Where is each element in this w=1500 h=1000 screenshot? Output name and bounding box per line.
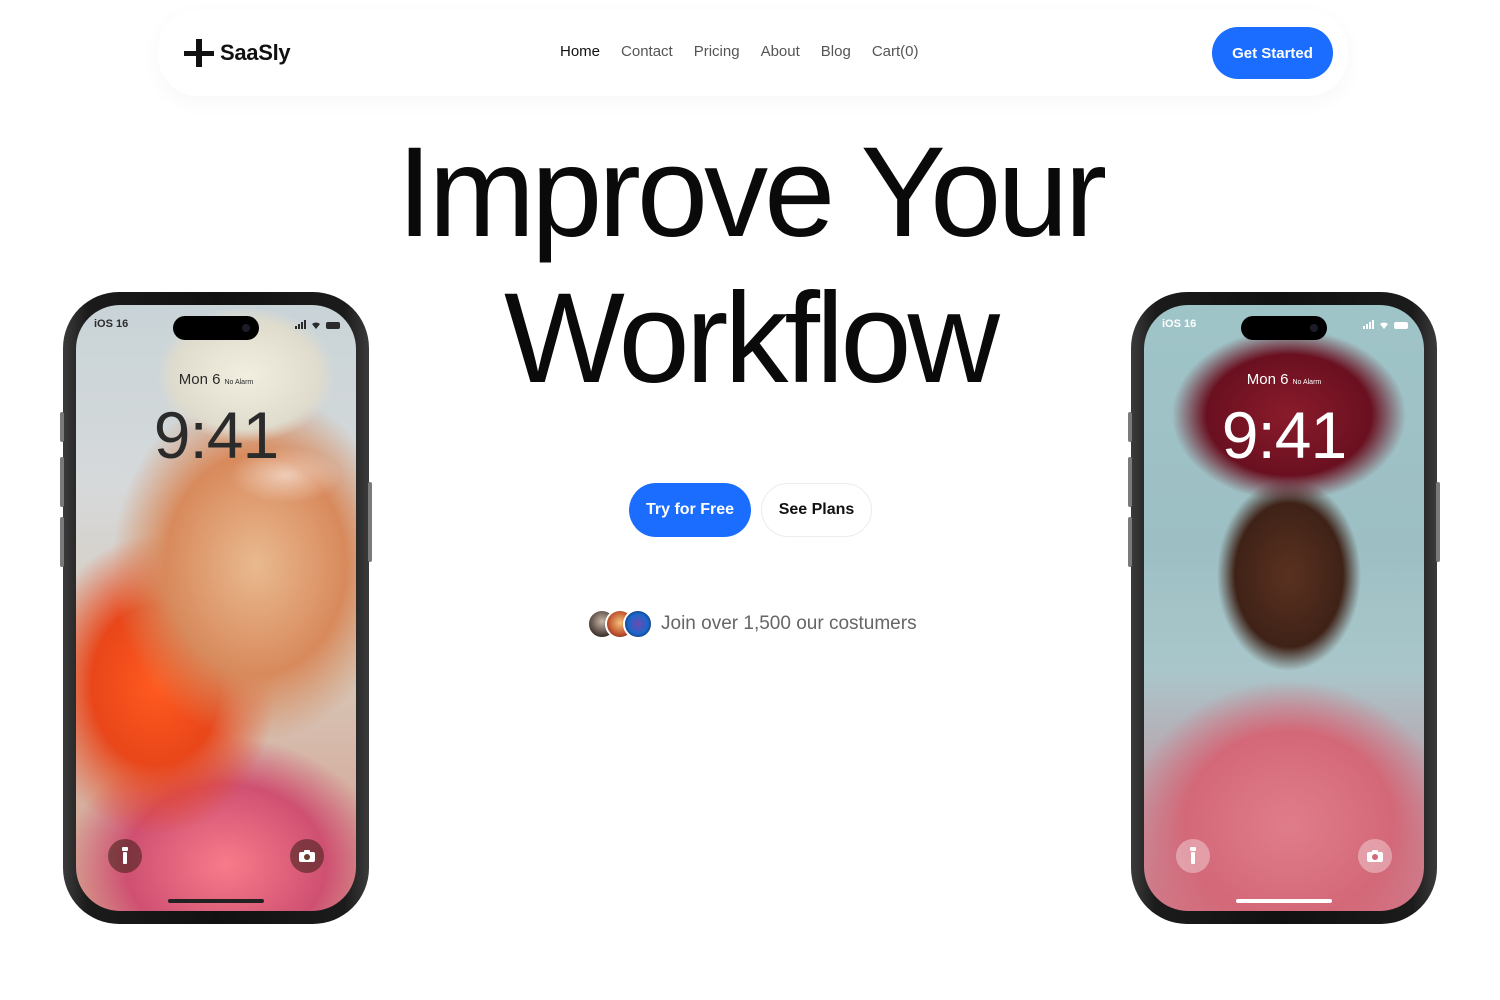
- nav-link-about[interactable]: About: [761, 43, 800, 60]
- wifi-icon: [1380, 322, 1388, 329]
- hero-cta-group: Try for Free See Plans: [629, 483, 872, 537]
- alarm-label: No Alarm: [224, 379, 254, 386]
- flashlight-button[interactable]: [108, 839, 142, 873]
- camera-icon: [299, 850, 315, 862]
- flashlight-icon: [122, 847, 128, 864]
- dynamic-island: [173, 316, 259, 340]
- social-proof: Join over 1,500 our costumers: [587, 609, 917, 639]
- logo-mark-icon: [184, 39, 214, 67]
- home-indicator: [1236, 899, 1332, 903]
- camera-button[interactable]: [290, 839, 324, 873]
- lock-date: Mon 6 No Alarm: [1246, 371, 1322, 388]
- get-started-button[interactable]: Get Started: [1212, 27, 1333, 79]
- signal-icon: [1363, 320, 1374, 329]
- signal-icon: [295, 320, 306, 329]
- see-plans-button[interactable]: See Plans: [761, 483, 872, 537]
- phone-mockup-left: iOS 16 Mon 6 No Alarm 9:41: [60, 292, 372, 924]
- dynamic-island: [1241, 316, 1327, 340]
- avatar-stack: [587, 609, 655, 639]
- phone-mockup-right: iOS 16 Mon 6 No Alarm 9:41: [1128, 292, 1440, 924]
- camera-icon: [1367, 850, 1383, 862]
- nav-link-contact[interactable]: Contact: [621, 43, 673, 60]
- nav-link-cart[interactable]: Cart(0): [872, 43, 919, 60]
- nav-link-pricing[interactable]: Pricing: [694, 43, 740, 60]
- flashlight-icon: [1190, 847, 1196, 864]
- flashlight-button[interactable]: [1176, 839, 1210, 873]
- brand-name: SaaSly: [220, 40, 291, 65]
- os-label: iOS 16: [94, 318, 129, 330]
- lock-date: Mon 6 No Alarm: [178, 371, 254, 388]
- lock-time: 9:41: [1221, 398, 1347, 472]
- nav-link-home[interactable]: Home: [560, 43, 600, 60]
- status-icons: [295, 320, 340, 329]
- hero-title-line-1: Improve Your: [396, 121, 1107, 264]
- avatar: [623, 609, 653, 639]
- nav-links: Home Contact Pricing About Blog Cart(0): [560, 43, 939, 60]
- battery-icon: [326, 322, 340, 329]
- wifi-icon: [312, 322, 320, 329]
- camera-button[interactable]: [1358, 839, 1392, 873]
- alarm-label: No Alarm: [1292, 379, 1322, 386]
- status-icons: [1363, 320, 1408, 329]
- top-navbar: SaaSly Home Contact Pricing About Blog C…: [158, 10, 1348, 96]
- customer-count-text: Join over 1,500 our costumers: [661, 613, 917, 634]
- phone-screen-left: iOS 16 Mon 6 No Alarm 9:41: [76, 305, 356, 911]
- os-label: iOS 16: [1162, 318, 1197, 330]
- battery-icon: [1394, 322, 1408, 329]
- phone-screen-right: iOS 16 Mon 6 No Alarm 9:41: [1144, 305, 1424, 911]
- nav-link-blog[interactable]: Blog: [821, 43, 851, 60]
- try-for-free-button[interactable]: Try for Free: [629, 483, 751, 537]
- home-indicator: [168, 899, 264, 903]
- brand-logo[interactable]: SaaSly: [184, 39, 291, 67]
- lock-time: 9:41: [153, 398, 279, 472]
